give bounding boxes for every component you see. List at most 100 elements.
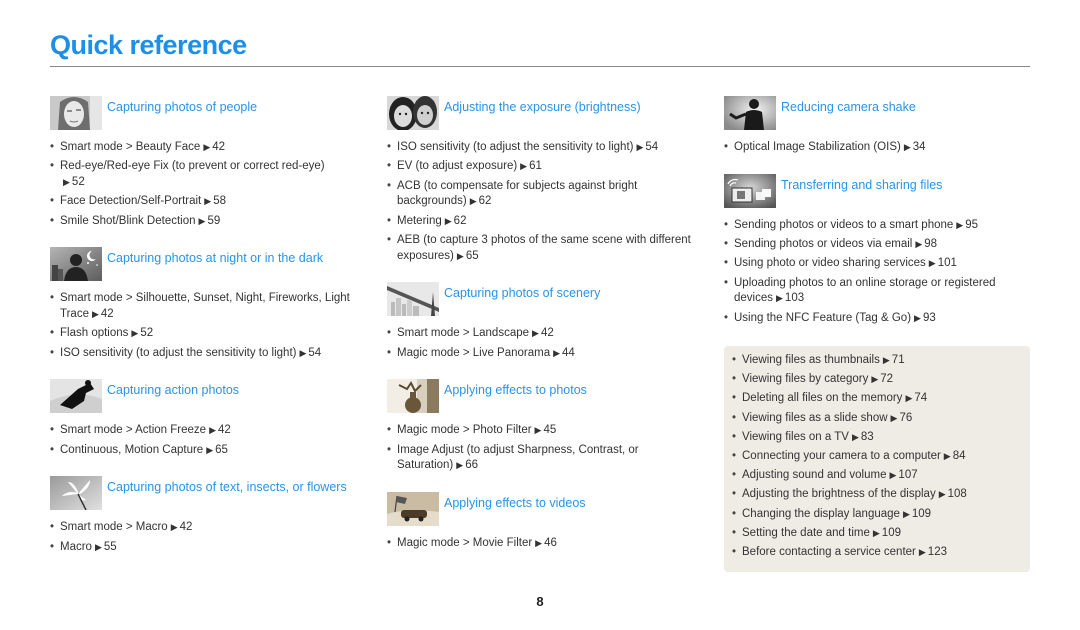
page-ref[interactable]: 44 (562, 347, 575, 359)
list-item[interactable]: ACB (to compensate for subjects against … (387, 179, 702, 210)
list-item[interactable]: Viewing files as thumbnails▶71 (732, 353, 1030, 369)
page-ref[interactable]: 83 (861, 431, 874, 443)
list-item[interactable]: Magic mode > Movie Filter▶46 (387, 536, 702, 552)
list-item[interactable]: Changing the display language▶109 (732, 507, 1030, 523)
list-item[interactable]: Smart mode > Action Freeze▶42 (50, 423, 365, 439)
list-item[interactable]: Smart mode > Beauty Face▶42 (50, 140, 365, 156)
page-ref[interactable]: 109 (912, 508, 931, 520)
page-ref[interactable]: 74 (914, 392, 927, 404)
list-item[interactable]: Macro▶55 (50, 540, 365, 556)
page-ref[interactable]: 42 (212, 141, 225, 153)
page-ref[interactable]: 34 (913, 141, 926, 153)
section-title[interactable]: Capturing photos of people (107, 96, 257, 115)
section-title[interactable]: Capturing action photos (107, 379, 239, 398)
page-ref[interactable]: 52 (140, 327, 153, 339)
list-item[interactable]: Viewing files as a slide show▶76 (732, 411, 1030, 427)
list-item[interactable]: Smart mode > Silhouette, Sunset, Night, … (50, 291, 365, 322)
list-item[interactable]: Smart mode > Landscape▶42 (387, 326, 702, 342)
page-ref[interactable]: 65 (215, 444, 228, 456)
section-action: Capturing action photos Smart mode > Act… (50, 379, 365, 458)
page-ref[interactable]: 55 (104, 541, 117, 553)
section-title[interactable]: Reducing camera shake (781, 96, 916, 115)
list-item[interactable]: Continuous, Motion Capture▶65 (50, 443, 365, 459)
page-ref[interactable]: 54 (308, 347, 321, 359)
list-item[interactable]: Smart mode > Macro▶42 (50, 520, 365, 536)
page-ref[interactable]: 46 (544, 537, 557, 549)
flower-macro-icon (50, 476, 102, 511)
page-ref[interactable]: 62 (479, 195, 492, 207)
section-camera-shake: Reducing camera shake Optical Image Stab… (724, 96, 1030, 156)
page-ref[interactable]: 45 (543, 424, 556, 436)
page-ref[interactable]: 65 (466, 250, 479, 262)
list-item[interactable]: Face Detection/Self-Portrait▶58 (50, 194, 365, 210)
section-title[interactable]: Applying effects to videos (444, 492, 586, 511)
list-item[interactable]: Using the NFC Feature (Tag & Go)▶93 (724, 311, 1030, 327)
page-arrow-icon: ▶ (206, 444, 214, 455)
portrait-woman-icon (50, 96, 102, 130)
page-arrow-icon: ▶ (520, 161, 528, 172)
list-item[interactable]: Image Adjust (to adjust Sharpness, Contr… (387, 443, 702, 474)
page-ref[interactable]: 123 (928, 546, 947, 558)
page-ref[interactable]: 71 (892, 354, 905, 366)
section-title[interactable]: Transferring and sharing files (781, 174, 942, 193)
list-item[interactable]: Using photo or video sharing services▶10… (724, 256, 1030, 272)
list-item[interactable]: Uploading photos to an online storage or… (724, 276, 1030, 307)
list-item[interactable]: Smile Shot/Blink Detection▶59 (50, 214, 365, 230)
page-ref[interactable]: 58 (213, 195, 226, 207)
page-arrow-icon: ▶ (882, 355, 890, 365)
page-ref[interactable]: 42 (218, 424, 231, 436)
list-item[interactable]: AEB (to capture 3 photos of the same sce… (387, 233, 702, 264)
section-title[interactable]: Applying effects to photos (444, 379, 587, 398)
page-ref[interactable]: 59 (207, 215, 220, 227)
page-ref[interactable]: 42 (541, 327, 554, 339)
page-ref[interactable]: 93 (923, 312, 936, 324)
list-item[interactable]: Deleting all files on the memory▶74 (732, 391, 1030, 407)
list-item[interactable]: Viewing files by category▶72 (732, 372, 1030, 388)
list-item[interactable]: Connecting your camera to a computer▶84 (732, 449, 1030, 465)
list-item[interactable]: Adjusting sound and volume▶107 (732, 468, 1030, 484)
section-title[interactable]: Capturing photos of scenery (444, 282, 600, 301)
list-item[interactable]: Sending photos or videos to a smart phon… (724, 218, 1030, 234)
page-ref[interactable]: 103 (785, 292, 804, 304)
page-ref[interactable]: 54 (645, 141, 658, 153)
page-ref[interactable]: 101 (938, 257, 957, 269)
page-ref[interactable]: 52 (72, 176, 85, 188)
list-item[interactable]: Sending photos or videos via email▶98 (724, 237, 1030, 253)
list-item[interactable]: Before contacting a service center▶123 (732, 545, 1030, 561)
page-ref[interactable]: 42 (101, 308, 114, 320)
list-item[interactable]: Metering▶62 (387, 214, 702, 230)
page-ref[interactable]: 108 (948, 488, 967, 500)
page-arrow-icon: ▶ (63, 176, 70, 187)
section-title[interactable]: Capturing photos at night or in the dark (107, 247, 323, 266)
list-item[interactable]: Adjusting the brightness of the display▶… (732, 487, 1030, 503)
list-item[interactable]: ISO sensitivity (to adjust the sensitivi… (50, 346, 365, 362)
page-ref[interactable]: 98 (924, 238, 937, 250)
page-arrow-icon: ▶ (203, 142, 211, 152)
list-item[interactable]: ISO sensitivity (to adjust the sensitivi… (387, 140, 702, 156)
page-ref[interactable]: 62 (454, 215, 467, 227)
page-arrow-icon: ▶ (914, 312, 921, 323)
page-ref[interactable]: 109 (882, 527, 901, 539)
list-item[interactable]: Magic mode > Live Panorama▶44 (387, 346, 702, 362)
list-item[interactable]: Optical Image Stabilization (OIS)▶34 (724, 140, 1030, 156)
page-ref[interactable]: 107 (898, 469, 917, 481)
page-ref[interactable]: 76 (899, 412, 912, 424)
section-title[interactable]: Adjusting the exposure (brightness) (444, 96, 641, 115)
list-item[interactable]: EV (to adjust exposure)▶61 (387, 159, 702, 175)
section-title[interactable]: Capturing photos of text, insects, or fl… (107, 476, 347, 495)
night-silhouette-icon (50, 247, 102, 282)
page-number: 8 (536, 594, 544, 609)
page-ref[interactable]: 95 (965, 219, 978, 231)
page-ref[interactable]: 61 (529, 160, 542, 172)
list-item[interactable]: Red-eye/Red-eye Fix (to prevent or corre… (50, 159, 365, 190)
list-item[interactable]: Magic mode > Photo Filter▶45 (387, 423, 702, 439)
page-ref[interactable]: 84 (953, 450, 966, 462)
page-arrow-icon: ▶ (636, 142, 644, 152)
page-ref[interactable]: 66 (465, 459, 478, 471)
list-item[interactable]: Viewing files on a TV▶83 (732, 430, 1030, 446)
page-ref[interactable]: 72 (880, 373, 893, 385)
page-arrow-icon: ▶ (915, 238, 923, 249)
page-ref[interactable]: 42 (180, 521, 193, 533)
list-item[interactable]: Setting the date and time▶109 (732, 526, 1030, 542)
list-item[interactable]: Flash options▶52 (50, 326, 365, 342)
